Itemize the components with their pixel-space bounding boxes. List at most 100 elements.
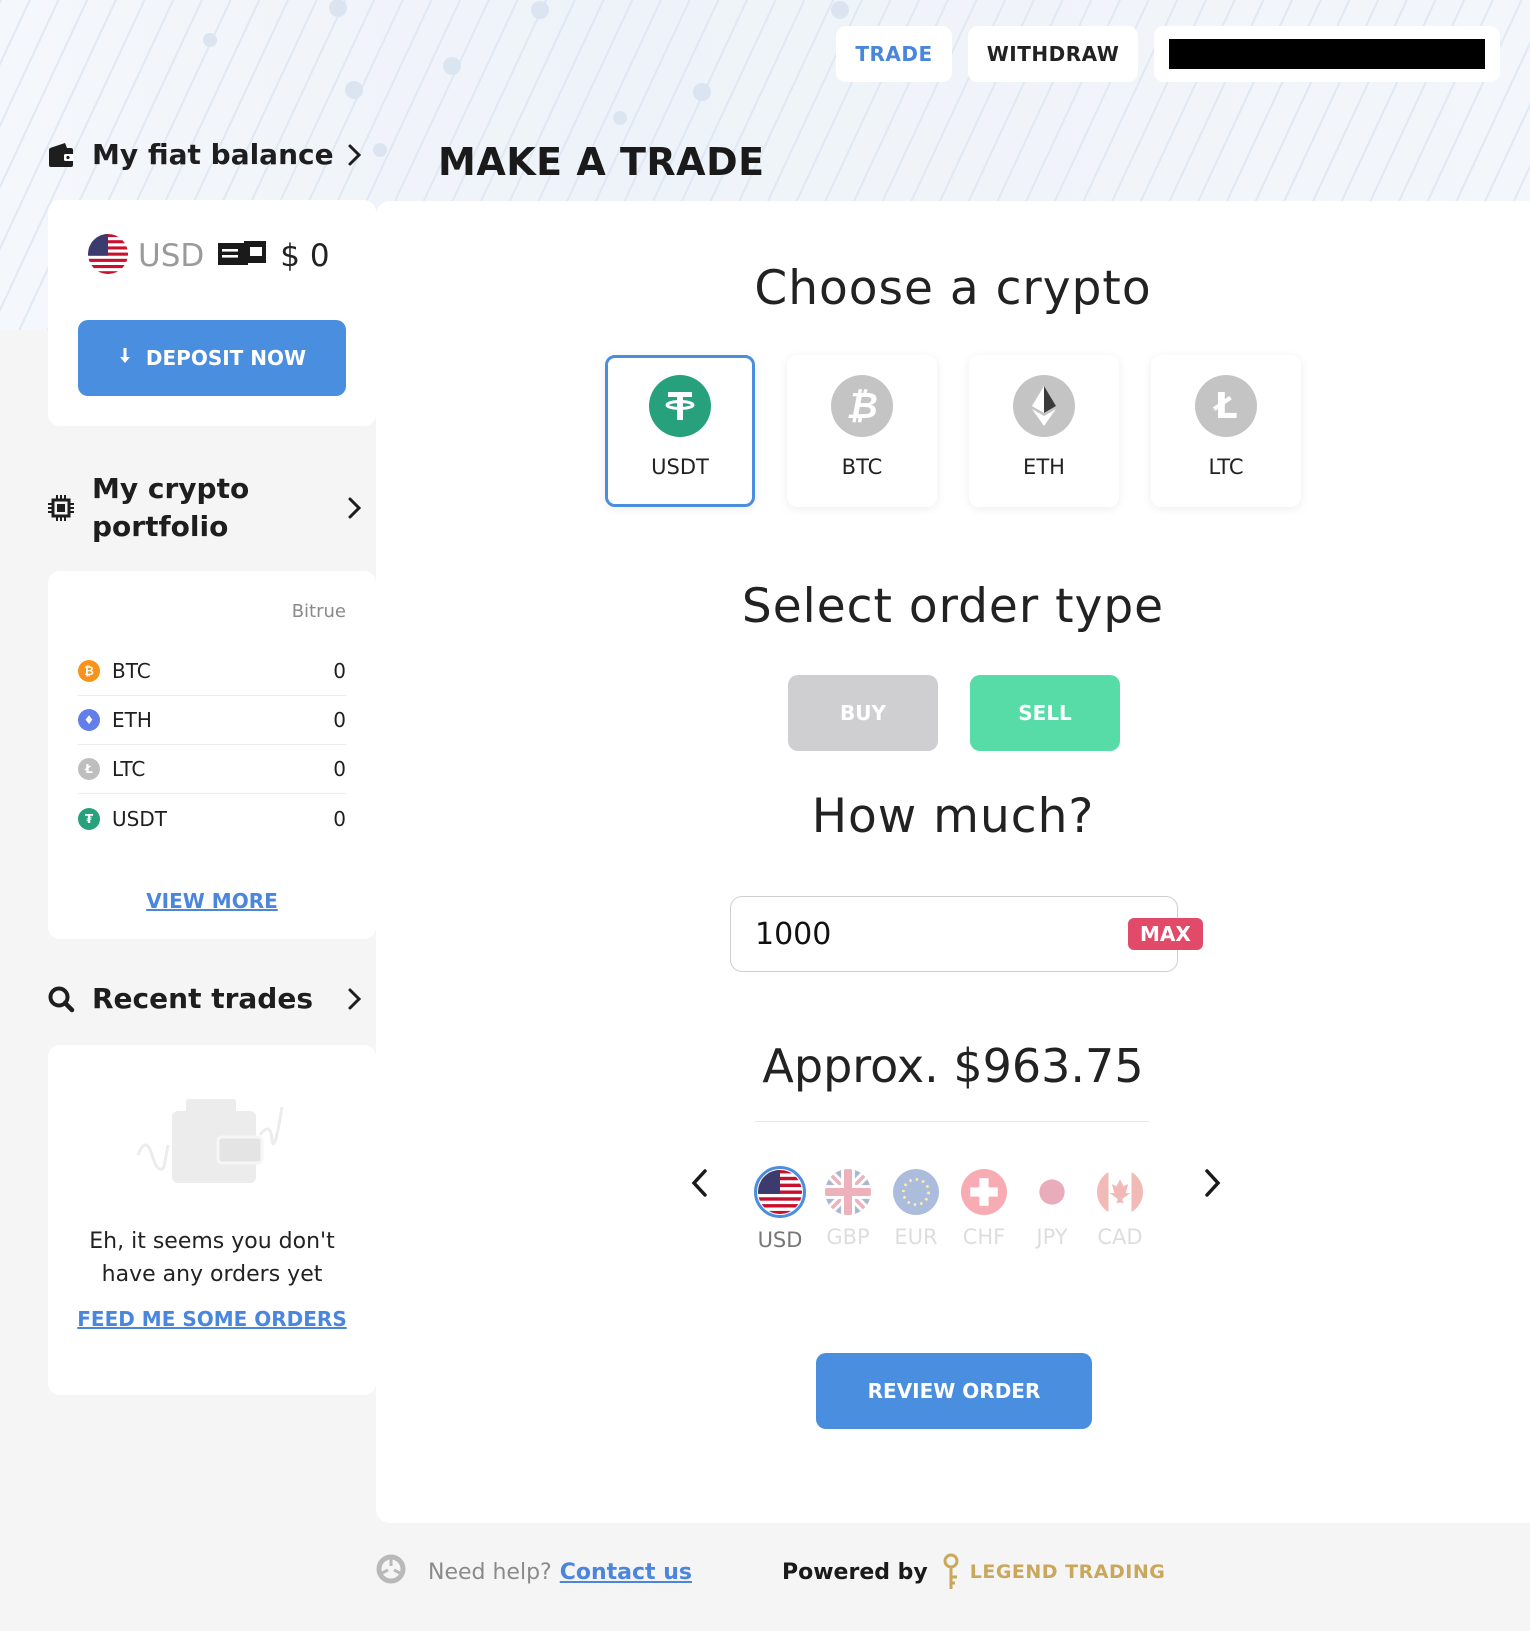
currency-list: USD GBP EUR CHF JPY CAD xyxy=(754,1166,1146,1252)
chevron-right-icon xyxy=(348,144,362,166)
support-icon xyxy=(376,1554,406,1590)
currency-eur[interactable]: EUR xyxy=(890,1169,942,1252)
portfolio-symbol: ETH xyxy=(112,708,152,732)
fiat-balance-header[interactable]: My fiat balance xyxy=(46,136,364,174)
currency-usd[interactable]: USD xyxy=(754,1166,806,1252)
legend-trading-logo: LEGEND TRADING xyxy=(940,1553,1166,1591)
sell-button[interactable]: SELL xyxy=(970,675,1120,751)
portfolio-amount: 0 xyxy=(333,708,346,732)
crypto-portfolio-title: My crypto portfolio xyxy=(92,470,344,546)
portfolio-symbol: LTC xyxy=(112,757,146,781)
feed-me-orders-link[interactable]: FEED ME SOME ORDERS xyxy=(48,1307,376,1331)
litecoin-icon: Ł xyxy=(1195,375,1257,437)
nav-withdraw[interactable]: WITHDRAW xyxy=(968,26,1138,82)
crypto-tile-eth[interactable]: ETH xyxy=(969,355,1119,507)
crypto-label: ETH xyxy=(1023,455,1065,479)
chevron-left-icon[interactable] xyxy=(688,1165,712,1201)
crypto-tile-usdt[interactable]: USDT xyxy=(605,355,755,507)
currency-gbp[interactable]: GBP xyxy=(822,1169,874,1252)
portfolio-amount: 0 xyxy=(333,659,346,683)
currency-label: GBP xyxy=(826,1225,870,1249)
view-more-link[interactable]: VIEW MORE xyxy=(48,889,376,913)
portfolio-amount: 0 xyxy=(333,757,346,781)
swiss-flag-icon xyxy=(961,1169,1007,1215)
contact-us-link[interactable]: Contact us xyxy=(560,1560,692,1585)
footer: Need help? Contact us Powered by LEGEND … xyxy=(376,1553,1165,1591)
ethereum-icon xyxy=(1013,375,1075,437)
recent-trades-header[interactable]: Recent trades xyxy=(46,980,364,1018)
portfolio-row-eth: ♦ ETH 0 xyxy=(78,696,346,745)
crypto-portfolio-card: Bitrue ₿ BTC 0 ♦ ETH 0 Ł LTC 0 ₮ USDT 0 … xyxy=(48,571,376,939)
us-flag-icon xyxy=(88,234,128,278)
chevron-right-icon xyxy=(348,988,362,1010)
order-type-selector: BUY SELL xyxy=(788,675,1120,751)
japan-flag-icon xyxy=(1029,1169,1075,1215)
empty-orders-message: Eh, it seems you don't have any orders y… xyxy=(48,1225,376,1291)
chevron-right-icon[interactable] xyxy=(1200,1165,1224,1201)
fiat-balance-card: USD $ 0 DEPOSIT NOW xyxy=(48,200,376,426)
amount-field: MAX xyxy=(730,896,1203,972)
bitcoin-icon: ₿ xyxy=(831,375,893,437)
deposit-now-button[interactable]: DEPOSIT NOW xyxy=(78,320,346,396)
ethereum-icon: ♦ xyxy=(78,709,100,731)
crypto-tile-btc[interactable]: ₿ BTC xyxy=(787,355,937,507)
choose-crypto-title: Choose a crypto xyxy=(754,261,1152,316)
arrow-down-icon xyxy=(118,346,132,370)
deposit-now-label: DEPOSIT NOW xyxy=(145,346,307,370)
search-icon xyxy=(46,984,76,1014)
crypto-label: LTC xyxy=(1208,455,1244,479)
portfolio-list: ₿ BTC 0 ♦ ETH 0 Ł LTC 0 ₮ USDT 0 xyxy=(78,647,346,843)
currency-label: EUR xyxy=(894,1225,938,1249)
redacted-account-name xyxy=(1169,39,1485,69)
bitcoin-icon: ₿ xyxy=(78,660,100,682)
portfolio-amount: 0 xyxy=(333,806,346,831)
empty-wallet-illustration xyxy=(136,1095,286,1195)
crypto-label: USDT xyxy=(651,455,709,479)
currency-cad[interactable]: CAD xyxy=(1094,1169,1146,1252)
tether-icon: ₮ xyxy=(78,807,100,830)
portfolio-title-line1: My crypto xyxy=(92,472,250,505)
currency-label: CAD xyxy=(1097,1225,1143,1249)
page-title: MAKE A TRADE xyxy=(438,140,765,184)
currency-chf[interactable]: CHF xyxy=(958,1169,1010,1252)
portfolio-symbol: BTC xyxy=(112,659,151,683)
crypto-portfolio-header[interactable]: My crypto portfolio xyxy=(46,470,364,546)
uk-flag-icon xyxy=(825,1169,871,1215)
fiat-currency: USD xyxy=(138,238,205,274)
eu-flag-icon xyxy=(893,1169,939,1215)
portfolio-title-line2: portfolio xyxy=(92,510,229,543)
crypto-tile-ltc[interactable]: Ł LTC xyxy=(1151,355,1301,507)
top-nav: TRADE WITHDRAW xyxy=(836,26,1500,82)
recent-trades-card: Eh, it seems you don't have any orders y… xyxy=(48,1045,376,1395)
wallet-icon xyxy=(46,140,76,170)
help-text: Need help? xyxy=(428,1559,552,1585)
nav-trade[interactable]: TRADE xyxy=(836,26,952,82)
tether-icon xyxy=(649,375,711,437)
review-order-button[interactable]: REVIEW ORDER xyxy=(816,1353,1092,1429)
amount-title: How much? xyxy=(811,789,1095,844)
litecoin-icon: Ł xyxy=(78,758,100,780)
buy-button[interactable]: BUY xyxy=(788,675,938,751)
empty-line-1: Eh, it seems you don't xyxy=(89,1229,335,1254)
exchange-label: Bitrue xyxy=(291,601,346,622)
currency-label: USD xyxy=(757,1228,803,1252)
currency-selector: USD GBP EUR CHF JPY CAD xyxy=(688,1157,1224,1267)
account-menu[interactable] xyxy=(1154,26,1500,82)
portfolio-row-usdt: ₮ USDT 0 xyxy=(78,794,346,843)
amount-input[interactable] xyxy=(755,916,1128,952)
approx-value: Approx. $963.75 xyxy=(762,1039,1144,1093)
trade-panel: Choose a crypto USDT ₿ BTC ETH Ł LTC Sel… xyxy=(376,201,1530,1523)
currency-jpy[interactable]: JPY xyxy=(1026,1169,1078,1252)
canada-flag-icon xyxy=(1097,1169,1143,1215)
fiat-amount: $ 0 xyxy=(280,238,330,274)
crypto-label: BTC xyxy=(841,455,883,479)
key-icon xyxy=(943,1553,959,1589)
powered-by-text: Powered by xyxy=(781,1559,928,1585)
recent-trades-title: Recent trades xyxy=(92,982,313,1015)
cash-icon xyxy=(218,241,267,271)
chip-icon xyxy=(46,493,76,523)
portfolio-row-ltc: Ł LTC 0 xyxy=(78,745,346,794)
portfolio-row-btc: ₿ BTC 0 xyxy=(78,647,346,696)
max-button[interactable]: MAX xyxy=(1128,918,1203,950)
portfolio-symbol: USDT xyxy=(112,806,167,831)
